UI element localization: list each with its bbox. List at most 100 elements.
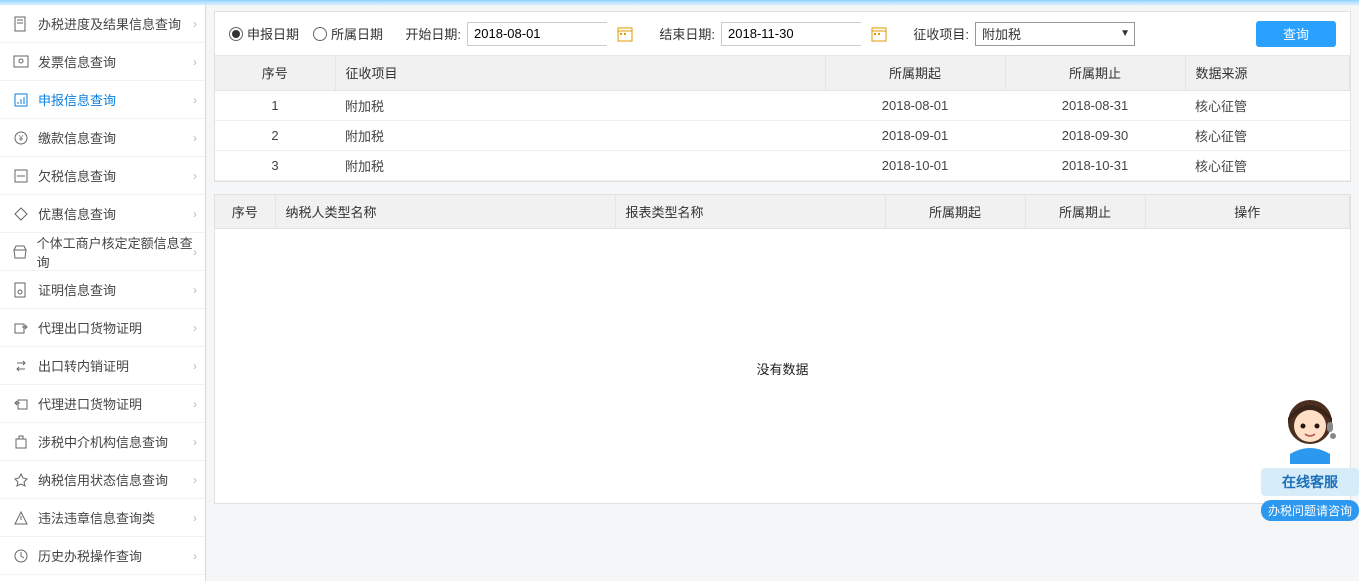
end-date-input[interactable] xyxy=(721,22,861,46)
import-icon xyxy=(12,395,30,413)
cell-seq: 1 xyxy=(215,90,335,120)
star-icon xyxy=(12,471,30,489)
support-widget[interactable]: 在线客服 办税问题请咨询 xyxy=(1261,394,1359,521)
cell-from: 2018-10-01 xyxy=(825,150,1005,180)
cell-src: 核心征管 xyxy=(1185,150,1350,180)
history-icon xyxy=(12,547,30,565)
sidebar-item-arrears[interactable]: 欠税信息查询 › xyxy=(0,157,205,195)
sidebar-item-progress[interactable]: 办税进度及结果信息查询 › xyxy=(0,5,205,43)
chevron-right-icon: › xyxy=(193,321,197,335)
cell-to: 2018-08-31 xyxy=(1005,90,1185,120)
radio-label: 所属日期 xyxy=(331,24,383,43)
sidebar-item-discount[interactable]: 优惠信息查询 › xyxy=(0,195,205,233)
sidebar-item-declare[interactable]: 申报信息查询 › xyxy=(0,81,205,119)
sidebar-item-label: 违法违章信息查询类 xyxy=(38,508,155,527)
results-table: 序号 征收项目 所属期起 所属期止 数据来源 1附加税2018-08-01201… xyxy=(215,56,1350,181)
table-row[interactable]: 2附加税2018-09-012018-09-30核心征管 xyxy=(215,120,1350,150)
sidebar: 办税进度及结果信息查询 › 发票信息查询 › 申报信息查询 › ¥ 缴款信息查询… xyxy=(0,5,206,581)
chevron-right-icon: › xyxy=(193,549,197,563)
sidebar-item-payment[interactable]: ¥ 缴款信息查询 › xyxy=(0,119,205,157)
sidebar-item-credit[interactable]: 纳税信用状态信息查询 › xyxy=(0,461,205,499)
filter-bar: 申报日期 所属日期 开始日期: xyxy=(215,12,1350,56)
sidebar-item-history[interactable]: 历史办税操作查询 › xyxy=(0,537,205,575)
chevron-right-icon: › xyxy=(193,17,197,31)
sidebar-item-export-agent[interactable]: 代理出口货物证明 › xyxy=(0,309,205,347)
sidebar-item-label: 涉税中介机构信息查询 xyxy=(38,432,168,451)
col2-seq: 序号 xyxy=(215,195,275,229)
cert-icon xyxy=(12,281,30,299)
col2-op: 操作 xyxy=(1145,195,1350,229)
invoice-icon xyxy=(12,53,30,71)
sidebar-item-certificate[interactable]: 证明信息查询 › xyxy=(0,271,205,309)
project-label: 征收项目: xyxy=(909,24,969,43)
chevron-right-icon: › xyxy=(193,169,197,183)
col2-taxpayer: 纳税人类型名称 xyxy=(275,195,615,229)
sidebar-item-invoice[interactable]: 发票信息查询 › xyxy=(0,43,205,81)
support-title: 在线客服 xyxy=(1261,468,1359,496)
col-seq: 序号 xyxy=(215,56,335,90)
support-subtitle: 办税问题请咨询 xyxy=(1261,500,1359,521)
calendar-icon[interactable] xyxy=(867,22,891,46)
col2-from: 所属期起 xyxy=(885,195,1025,229)
start-date-label: 开始日期: xyxy=(401,24,461,43)
convert-icon xyxy=(12,357,30,375)
pay-icon: ¥ xyxy=(12,129,30,147)
sidebar-item-import-agent[interactable]: 代理进口货物证明 › xyxy=(0,385,205,423)
project-select[interactable]: 附加税 ▼ xyxy=(975,22,1135,46)
sidebar-item-label: 优惠信息查询 xyxy=(38,204,116,223)
cell-proj: 附加税 xyxy=(335,150,825,180)
detail-table: 序号 纳税人类型名称 报表类型名称 所属期起 所属期止 操作 xyxy=(215,195,1350,230)
col-from: 所属期起 xyxy=(825,56,1005,90)
table-row[interactable]: 3附加税2018-10-012018-10-31核心征管 xyxy=(215,150,1350,180)
chevron-right-icon: › xyxy=(193,511,197,525)
no-data-message: 没有数据 xyxy=(215,229,1350,378)
chevron-right-icon: › xyxy=(193,283,197,297)
chevron-right-icon: › xyxy=(193,93,197,107)
radio-declare-date[interactable]: 申报日期 xyxy=(229,24,299,43)
discount-icon xyxy=(12,205,30,223)
select-value: 附加税 xyxy=(982,24,1120,43)
col2-to: 所属期止 xyxy=(1025,195,1145,229)
cell-from: 2018-09-01 xyxy=(825,120,1005,150)
warn-icon xyxy=(12,509,30,527)
col-src: 数据来源 xyxy=(1185,56,1350,90)
svg-text:¥: ¥ xyxy=(18,134,24,143)
query-button[interactable]: 查询 xyxy=(1256,21,1336,47)
radio-icon xyxy=(229,27,243,41)
cell-seq: 3 xyxy=(215,150,335,180)
chevron-down-icon: ▼ xyxy=(1120,28,1130,39)
shop-icon xyxy=(12,243,29,261)
cell-to: 2018-09-30 xyxy=(1005,120,1185,150)
cell-seq: 2 xyxy=(215,120,335,150)
cell-proj: 附加税 xyxy=(335,90,825,120)
cell-to: 2018-10-31 xyxy=(1005,150,1185,180)
cell-src: 核心征管 xyxy=(1185,90,1350,120)
sidebar-item-label: 代理进口货物证明 xyxy=(38,394,142,413)
chevron-right-icon: › xyxy=(193,397,197,411)
sidebar-item-label: 证明信息查询 xyxy=(38,280,116,299)
sidebar-item-label: 出口转内销证明 xyxy=(38,356,129,375)
sidebar-item-export-domestic[interactable]: 出口转内销证明 › xyxy=(0,347,205,385)
chevron-right-icon: › xyxy=(193,207,197,221)
radio-label: 申报日期 xyxy=(247,24,299,43)
sidebar-item-intermediary[interactable]: 涉税中介机构信息查询 › xyxy=(0,423,205,461)
sidebar-item-individual[interactable]: 个体工商户核定定额信息查询 › xyxy=(0,233,205,271)
start-date-input[interactable] xyxy=(467,22,607,46)
chevron-right-icon: › xyxy=(193,473,197,487)
cell-src: 核心征管 xyxy=(1185,120,1350,150)
sidebar-item-violation[interactable]: 违法违章信息查询类 › xyxy=(0,499,205,537)
sidebar-item-label: 办税进度及结果信息查询 xyxy=(38,14,181,33)
chevron-right-icon: › xyxy=(193,435,197,449)
report-icon xyxy=(12,91,30,109)
sidebar-item-label: 缴款信息查询 xyxy=(38,128,116,147)
sidebar-item-label: 历史办税操作查询 xyxy=(38,546,142,565)
table-row[interactable]: 1附加税2018-08-012018-08-31核心征管 xyxy=(215,90,1350,120)
chevron-right-icon: › xyxy=(193,55,197,69)
sidebar-item-label: 代理出口货物证明 xyxy=(38,318,142,337)
sidebar-item-label: 纳税信用状态信息查询 xyxy=(38,470,168,489)
support-avatar-icon xyxy=(1275,394,1345,464)
calendar-icon[interactable] xyxy=(613,22,637,46)
col-proj: 征收项目 xyxy=(335,56,825,90)
doc-icon xyxy=(12,15,30,33)
radio-period-date[interactable]: 所属日期 xyxy=(313,24,383,43)
